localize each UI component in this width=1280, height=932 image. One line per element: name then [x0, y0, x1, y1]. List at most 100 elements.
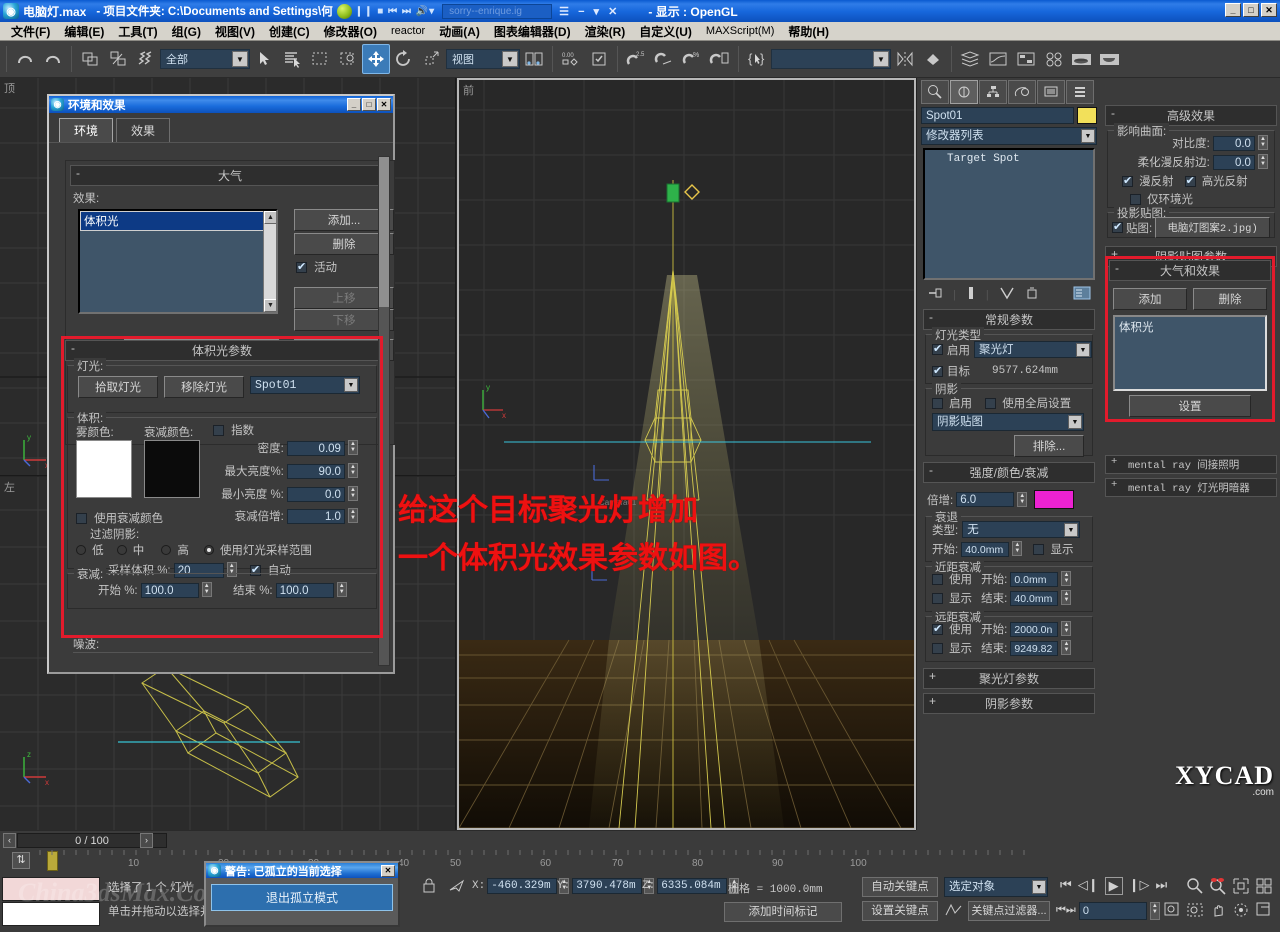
select-object-icon[interactable] — [250, 44, 278, 74]
light-color-swatch[interactable] — [1034, 490, 1075, 509]
arc-rotate-icon[interactable] — [1232, 901, 1250, 922]
current-frame-field[interactable]: 0 — [1078, 901, 1147, 920]
menu-animation[interactable]: 动画(A) — [432, 22, 487, 41]
menu-help[interactable]: 帮助(H) — [781, 22, 836, 41]
rollup-collapse-icon[interactable]: - — [929, 310, 933, 324]
near-show-checkbox[interactable] — [932, 593, 943, 604]
material-editor-icon[interactable] — [1040, 44, 1068, 74]
utilities-tab[interactable] — [1066, 80, 1094, 104]
add-time-tag-button[interactable]: 添加时间标记 — [724, 902, 842, 922]
target-row[interactable]: 目标 9577.624mm — [932, 363, 1092, 379]
light-on-checkbox[interactable] — [932, 342, 943, 355]
shadow-on-row[interactable]: 启用 使用全局设置 — [932, 395, 1071, 411]
modify-tab[interactable] — [950, 80, 978, 104]
menu-create[interactable]: 创建(C) — [262, 22, 317, 41]
snap-percent-icon[interactable]: 0.00 — [557, 44, 585, 74]
render-setup-icon[interactable] — [1068, 44, 1096, 74]
scroll-down-icon[interactable]: ▼ — [264, 299, 276, 312]
mental-ray-indirect-rollup-header[interactable]: + mental ray 间接照明 — [1105, 455, 1277, 474]
mental-ray-shader-rollup-header[interactable]: + mental ray 灯光明暗器 — [1105, 478, 1277, 497]
modifier-list-combo[interactable]: 修改器列表 ▼ — [921, 127, 1097, 145]
shadow-params-rollup-header[interactable]: + 阴影参数 — [923, 693, 1095, 714]
configure-modifier-sets-icon[interactable] — [1073, 286, 1091, 303]
layer-manager-icon[interactable] — [956, 44, 984, 74]
track-bar[interactable]: ⇅ 10 20 30 40 50 60 70 80 90 100 — [0, 850, 1280, 875]
select-and-link-icon[interactable] — [76, 44, 104, 74]
far-start-field[interactable]: 2000.0n — [1010, 622, 1059, 637]
maximize-button[interactable]: □ — [1243, 3, 1259, 17]
percent-snap-icon[interactable]: % — [678, 44, 706, 74]
bind-to-space-warp-icon[interactable] — [132, 44, 160, 74]
show-end-result-icon[interactable] — [966, 286, 976, 303]
media-controls-icon[interactable]: ❙❙ ■ ⏮ ⏭ 🔊▾ — [355, 6, 435, 17]
menu-rendering[interactable]: 渲染(R) — [578, 22, 633, 41]
menu-edit[interactable]: 编辑(E) — [57, 22, 111, 41]
menu-file[interactable]: 文件(F) — [4, 22, 57, 41]
spinner-snap-icon[interactable] — [706, 44, 734, 74]
far-end-field[interactable]: 9249.82 — [1010, 641, 1059, 656]
exclude-button[interactable]: 排除... — [1014, 435, 1084, 457]
spotlight-params-rollup-header[interactable]: + 聚光灯参数 — [923, 668, 1095, 689]
atmosphere-effects-listbox[interactable]: 体积光 ▲ ▼ — [78, 209, 278, 314]
media-window-buttons[interactable]: ☰ − ▾ ✕ — [559, 5, 624, 18]
shadow-type-combo[interactable]: 阴影贴图 ▼ — [932, 413, 1084, 431]
soften-diffuse-field[interactable]: 0.0 — [1212, 155, 1255, 170]
chevron-down-icon[interactable]: ▼ — [232, 51, 248, 67]
key-mode-toggle-icon[interactable]: ⏮⏭ — [1056, 904, 1076, 917]
key-filters-button[interactable]: 关键点过滤器... — [968, 901, 1050, 921]
selection-filter-combo[interactable]: 全部 ▼ — [160, 49, 250, 69]
decay-start-field[interactable]: 40.0mm — [961, 542, 1010, 557]
rollup-expand-icon[interactable]: + — [1111, 456, 1117, 468]
selection-lock-icon[interactable] — [585, 44, 613, 74]
lock-selection-icon[interactable] — [422, 878, 436, 897]
time-slider-bar[interactable]: ‹ 0 / 100 › — [0, 830, 916, 850]
object-name-field[interactable]: Spot01 — [921, 107, 1074, 124]
active-checkbox[interactable] — [296, 260, 307, 273]
chevron-down-icon[interactable]: ▼ — [1081, 129, 1095, 143]
decay-show-checkbox[interactable] — [1033, 544, 1045, 555]
prev-frame-icon[interactable]: ◁❙ — [1078, 877, 1099, 895]
menu-graph-editors[interactable]: 图表编辑器(D) — [487, 22, 578, 41]
auto-key-button[interactable]: 自动关键点 — [862, 877, 938, 897]
minimize-button[interactable]: _ — [1225, 3, 1241, 17]
menu-customize[interactable]: 自定义(U) — [632, 22, 699, 41]
rectangular-selection-region-icon[interactable] — [306, 44, 334, 74]
named-selection-combo[interactable]: ▼ — [771, 49, 891, 69]
menu-modifiers[interactable]: 修改器(O) — [317, 22, 384, 41]
set-key-curve-icon[interactable] — [944, 901, 964, 921]
curve-editor-icon[interactable] — [984, 44, 1012, 74]
diffuse-checkbox[interactable] — [1122, 174, 1133, 187]
use-global-settings-checkbox[interactable] — [985, 398, 997, 409]
near-end-spinner[interactable]: ▲ ▼ — [1061, 590, 1072, 605]
chevron-down-icon[interactable]: ▼ — [1076, 343, 1090, 357]
chevron-down-icon[interactable]: ▼ — [1032, 880, 1046, 894]
warning-close-button[interactable]: ✕ — [381, 865, 395, 877]
far-use-checkbox[interactable] — [932, 622, 943, 635]
goto-end-icon[interactable]: ⏭ — [1155, 877, 1167, 895]
menu-maxscript[interactable]: MAXScript(M) — [699, 24, 781, 38]
menu-tools[interactable]: 工具(T) — [111, 22, 164, 41]
render-frame-icon[interactable] — [1096, 44, 1124, 74]
menu-group[interactable]: 组(G) — [165, 22, 208, 41]
chevron-down-icon[interactable]: ▼ — [1068, 415, 1082, 429]
target-checkbox[interactable] — [932, 364, 943, 377]
tab-environment[interactable]: 环境 — [59, 118, 114, 142]
tab-effects[interactable]: 效果 — [116, 118, 171, 142]
make-unique-icon[interactable] — [999, 286, 1015, 303]
maxscript-mini-listener-output[interactable] — [2, 877, 100, 901]
intensity-rollup-header[interactable]: - 强度/颜色/衰减 — [923, 462, 1095, 483]
dialog-scrollbar-thumb[interactable] — [379, 157, 389, 307]
maxscript-mini-listener-input[interactable] — [2, 902, 100, 926]
environment-and-effects-dialog[interactable]: ◉ 环境和效果 _ □ ✕ 环境 效果 - 大气 效果: 体积光 ▲ ▼ 添加.… — [47, 94, 395, 674]
zoom-icon[interactable] — [1186, 877, 1204, 898]
listbox-scrollbar[interactable]: ▲ ▼ — [263, 211, 276, 312]
ambient-only-checkbox[interactable] — [1130, 194, 1141, 205]
near-use-checkbox[interactable] — [932, 574, 943, 585]
menu-views[interactable]: 视图(V) — [208, 22, 262, 41]
current-frame-spinner[interactable]: ▲ ▼ — [1149, 901, 1160, 920]
list-item[interactable]: 体积光 — [80, 211, 276, 231]
absolute-relative-toggle-icon[interactable] — [448, 878, 466, 897]
time-configuration-icon[interactable] — [1163, 901, 1181, 920]
projector-map-checkbox[interactable] — [1112, 220, 1123, 233]
goto-start-icon[interactable]: ⏮ — [1060, 877, 1072, 895]
